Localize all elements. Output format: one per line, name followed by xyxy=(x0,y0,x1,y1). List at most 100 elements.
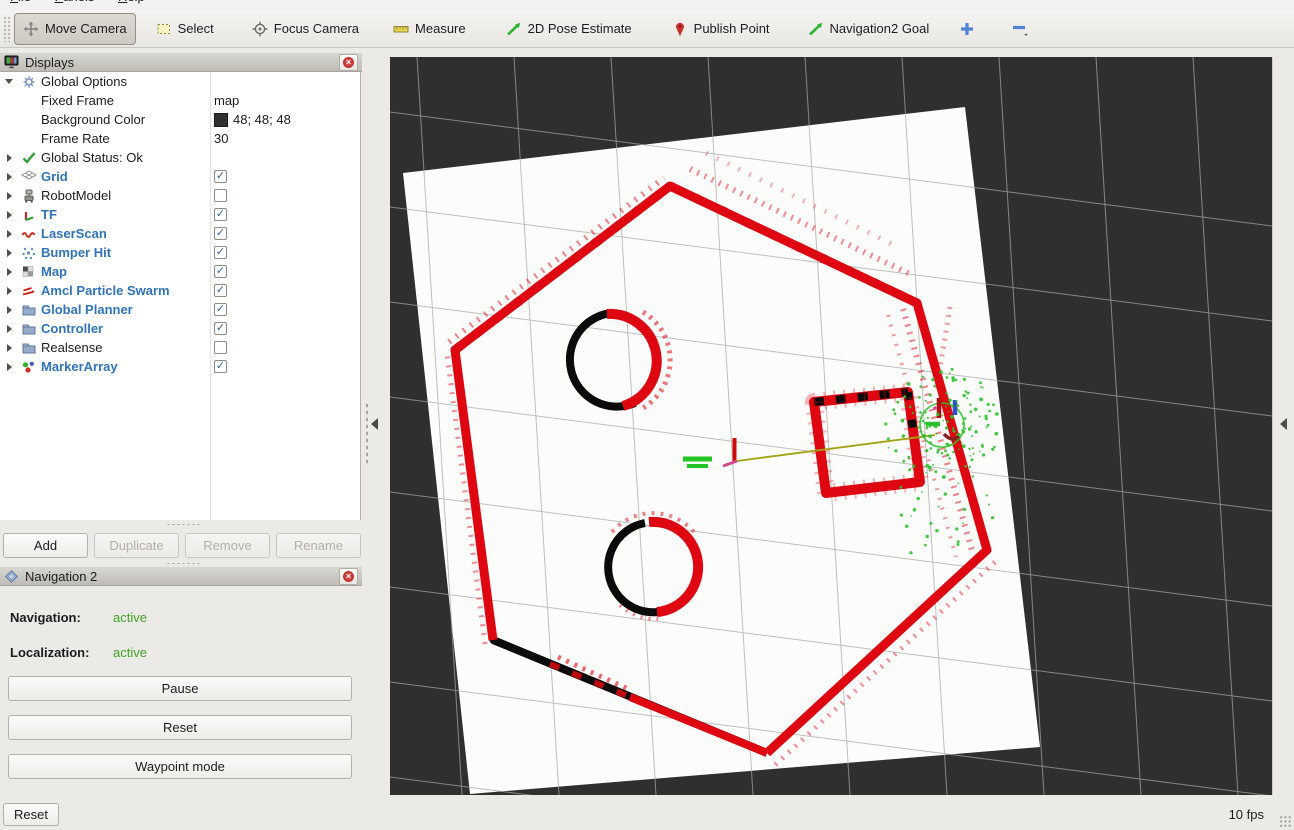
amcl-particle-icon xyxy=(21,284,37,298)
menu-panels[interactable]: Panels xyxy=(55,0,95,4)
localization-status-row: Localization: active xyxy=(10,645,210,660)
add-button[interactable]: Add xyxy=(3,533,88,558)
nav2-close-button[interactable] xyxy=(339,568,358,585)
laserscan-checkbox[interactable] xyxy=(214,227,227,240)
realsense-checkbox[interactable] xyxy=(214,341,227,354)
add-tool-button[interactable] xyxy=(951,14,983,44)
expander-right-icon[interactable] xyxy=(4,230,14,238)
displays-close-button[interactable] xyxy=(339,54,358,71)
robotmodel-checkbox[interactable] xyxy=(214,189,227,202)
tree-row-grid[interactable]: Grid xyxy=(0,167,360,186)
tree-row-markerarray[interactable]: MarkerArray xyxy=(0,357,360,376)
left-splitter[interactable] xyxy=(362,52,390,795)
global-planner-checkbox[interactable] xyxy=(214,303,227,316)
right-panel-strip[interactable] xyxy=(1272,57,1294,795)
tree-row-bumper-hit[interactable]: Bumper Hit xyxy=(0,243,360,262)
grid-checkbox[interactable] xyxy=(214,170,227,183)
reset-nav-button[interactable]: Reset xyxy=(8,715,352,740)
remove-button[interactable]: Remove xyxy=(185,533,270,558)
bumper-hit-dots-icon xyxy=(21,246,37,260)
tree-row-background-color[interactable]: Background Color 48; 48; 48 xyxy=(0,110,360,129)
toolbar-drag-handle[interactable] xyxy=(3,16,10,42)
expander-right-icon[interactable] xyxy=(4,325,14,333)
collapse-left-icon[interactable] xyxy=(1280,418,1287,430)
3d-viewport[interactable] xyxy=(390,57,1272,795)
controller-checkbox[interactable] xyxy=(214,322,227,335)
tree-row-tf[interactable]: TF xyxy=(0,205,360,224)
select-tool[interactable]: Select xyxy=(148,14,222,44)
remove-tool-button[interactable] xyxy=(1003,14,1037,44)
nav2-panel-header[interactable]: Navigation 2 xyxy=(0,566,362,586)
nav-goal-tool[interactable]: Navigation2 Goal xyxy=(800,14,938,44)
tree-row-map[interactable]: Map xyxy=(0,262,360,281)
tree-row-robotmodel[interactable]: RobotModel xyxy=(0,186,360,205)
folder-icon xyxy=(21,303,37,317)
markerarray-checkbox[interactable] xyxy=(214,360,227,373)
duplicate-button[interactable]: Duplicate xyxy=(94,533,179,558)
pause-button[interactable]: Pause xyxy=(8,676,352,701)
tree-row-global-options[interactable]: Global Options xyxy=(0,72,360,91)
focus-camera-label: Focus Camera xyxy=(274,21,359,36)
expander-down-icon[interactable] xyxy=(4,79,14,84)
expander-right-icon[interactable] xyxy=(4,249,14,257)
expander-right-icon[interactable] xyxy=(4,154,14,162)
tree-row-laserscan[interactable]: LaserScan xyxy=(0,224,360,243)
menu-file[interactable]: File xyxy=(10,0,31,4)
left-panel-column: Displays Global Options Fixed Frame map xyxy=(0,52,362,795)
color-swatch[interactable] xyxy=(214,113,228,127)
folder-icon xyxy=(21,341,37,355)
fixed-frame-value[interactable]: map xyxy=(214,93,239,108)
pose-estimate-tool[interactable]: 2D Pose Estimate xyxy=(498,14,640,44)
bumper-hit-checkbox[interactable] xyxy=(214,246,227,259)
map-icon xyxy=(21,265,37,279)
tree-row-realsense[interactable]: Realsense xyxy=(0,338,360,357)
splitter-handle[interactable] xyxy=(166,523,200,527)
resize-grip[interactable] xyxy=(1279,815,1292,828)
tf-axes-icon xyxy=(21,208,37,222)
display-label-grid: Grid xyxy=(41,169,68,184)
expander-right-icon[interactable] xyxy=(4,173,14,181)
tree-row-controller[interactable]: Controller xyxy=(0,319,360,338)
close-icon xyxy=(343,57,354,68)
expander-right-icon[interactable] xyxy=(4,268,14,276)
publish-point-tool[interactable]: Publish Point xyxy=(664,14,778,44)
minus-icon xyxy=(1011,20,1029,38)
tree-row-global-planner[interactable]: Global Planner xyxy=(0,300,360,319)
tf-checkbox[interactable] xyxy=(214,208,227,221)
expander-right-icon[interactable] xyxy=(4,344,14,352)
waypoint-mode-button[interactable]: Waypoint mode xyxy=(8,754,352,779)
nav2-panel-title: Navigation 2 xyxy=(25,569,333,584)
display-label-global-planner: Global Planner xyxy=(41,302,133,317)
displays-tree[interactable]: Global Options Fixed Frame map Backgroun… xyxy=(0,72,361,520)
focus-camera-tool[interactable]: Focus Camera xyxy=(244,14,367,44)
reset-view-button[interactable]: Reset xyxy=(3,803,59,826)
map-checkbox[interactable] xyxy=(214,265,227,278)
expander-right-icon[interactable] xyxy=(4,363,14,371)
tree-row-fixed-frame[interactable]: Fixed Frame map xyxy=(0,91,360,110)
rename-button[interactable]: Rename xyxy=(276,533,361,558)
display-label-robotmodel: RobotModel xyxy=(41,188,111,203)
expander-right-icon[interactable] xyxy=(4,211,14,219)
amcl-checkbox[interactable] xyxy=(214,284,227,297)
pose-estimate-arrow-icon xyxy=(506,21,522,37)
expander-right-icon[interactable] xyxy=(4,306,14,314)
background-color-value[interactable]: 48; 48; 48 xyxy=(233,112,291,127)
display-label-amcl: Amcl Particle Swarm xyxy=(41,283,170,298)
tree-row-frame-rate[interactable]: Frame Rate 30 xyxy=(0,129,360,148)
display-buttons-row: Add Duplicate Remove Rename xyxy=(3,533,361,558)
frame-rate-value[interactable]: 30 xyxy=(214,131,228,146)
tree-row-amcl[interactable]: Amcl Particle Swarm xyxy=(0,281,360,300)
expander-right-icon[interactable] xyxy=(4,287,14,295)
tree-row-global-status[interactable]: Global Status: Ok xyxy=(0,148,360,167)
gear-icon xyxy=(21,75,37,89)
publish-point-label: Publish Point xyxy=(694,21,770,36)
collapse-left-icon[interactable] xyxy=(371,418,378,430)
navigation-status-label: Navigation: xyxy=(10,610,113,625)
global-options-label: Global Options xyxy=(41,74,127,89)
expander-right-icon[interactable] xyxy=(4,192,14,200)
measure-tool[interactable]: Measure xyxy=(385,14,474,44)
displays-panel-title: Displays xyxy=(25,55,333,70)
move-camera-tool[interactable]: Move Camera xyxy=(14,13,136,45)
displays-panel-header[interactable]: Displays xyxy=(0,52,362,72)
menu-help[interactable]: Help xyxy=(118,0,145,4)
